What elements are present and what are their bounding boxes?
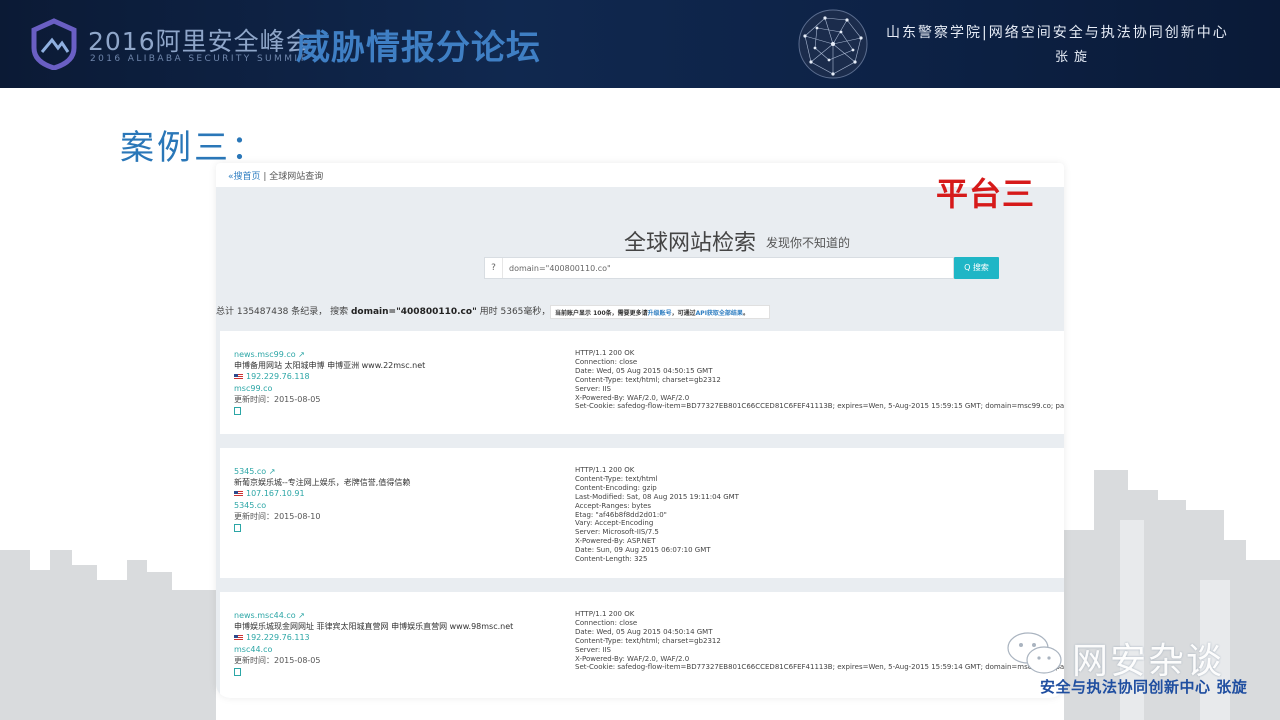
header-line: Set-Cookie: safedog-flow-item=BD77327EB8… (575, 402, 1064, 411)
search-subtitle: 发现你不知道的 (766, 236, 851, 250)
header-banner: 2016阿里安全峰会 2016 ALIBABA SECURITY SUMMIT … (0, 0, 1280, 88)
search-box: ? (484, 257, 954, 279)
header-line: Content-Length: 325 (575, 555, 648, 564)
upgrade-link[interactable]: 升级账号 (648, 310, 672, 317)
header-line: Connection: close (575, 357, 638, 366)
us-flag-icon (234, 373, 243, 380)
search-button[interactable]: Q 搜索 (954, 257, 999, 279)
result-domain[interactable]: 5345.co (234, 500, 410, 511)
result-ip[interactable]: 192.229.76.118 (246, 372, 310, 381)
header-line: Server: Microsoft-IIS/7.5 (575, 528, 659, 537)
header-line: Last-Modified: Sat, 08 Aug 2015 19:11:04… (575, 492, 739, 501)
header-line: Date: Wed, 05 Aug 2015 04:50:15 GMT (575, 366, 713, 375)
header-line: Etag: "af46b8f8dd2d01:0" (575, 510, 667, 519)
header-line: HTTP/1.1 200 OK (575, 610, 635, 618)
header-line: Date: Sun, 09 Aug 2015 06:07:10 GMT (575, 546, 711, 555)
document-icon[interactable] (234, 668, 241, 677)
notice-text: 当前账户显示 100条，需要更多请 (555, 310, 648, 317)
result-title: 申博备用网站 太阳城申博 申博亚洲 www.22msc.net (234, 361, 426, 371)
website-screenshot-panel: «搜首页 | 全球网站查询 平台三 全球网站检索 发现你不知道的 ? Q 搜索 … (216, 163, 1064, 698)
result-headers: HTTP/1.1 200 OK Connection: close Date: … (575, 610, 1064, 672)
header-line: Accept-Ranges: bytes (575, 501, 652, 510)
help-icon[interactable]: ? (485, 258, 503, 278)
result-headers: HTTP/1.1 200 OK Connection: close Date: … (575, 349, 1064, 411)
header-line: Content-Type: text/html; charset=gb2312 (575, 636, 721, 645)
result-left: news.msc44.co ↗ 申博娱乐城现金网网址 菲律宾太阳城直营网 申博娱… (234, 610, 513, 679)
document-icon[interactable] (234, 524, 241, 533)
bottom-org-strip: 安全与执法协同创新中心 张旋 (1040, 678, 1248, 696)
result-item: 5345.co ↗ 新葡京娱乐城--专注网上娱乐，老牌信誉,值得信赖 107.1… (220, 448, 1064, 578)
search-input[interactable] (509, 258, 929, 278)
notice-end: 。 (742, 310, 749, 317)
result-updated: 更新时间：2015-08-05 (234, 655, 321, 665)
document-icon[interactable] (234, 407, 241, 416)
result-item: news.msc99.co ↗ 申博备用网站 太阳城申博 申博亚洲 www.22… (220, 331, 1064, 434)
result-updated: 更新时间：2015-08-10 (234, 511, 321, 521)
us-flag-icon (234, 634, 243, 641)
slide-title: 案例三： (120, 128, 268, 168)
wechat-icon (1007, 632, 1062, 674)
result-updated: 更新时间：2015-08-05 (234, 394, 321, 404)
result-left: 5345.co ↗ 新葡京娱乐城--专注网上娱乐，老牌信誉,值得信赖 107.1… (234, 466, 410, 535)
header-line: Content-Encoding: gzip (575, 483, 657, 492)
us-flag-icon (234, 490, 243, 497)
shield-logo-icon (31, 18, 77, 70)
result-domain-link[interactable]: news.msc99.co (234, 350, 296, 359)
account-notice: 当前账户显示 100条，需要更多请升级账号，可通过API获取全部结果。 (550, 305, 770, 319)
header-line: Connection: close (575, 618, 638, 627)
result-item: news.msc44.co ↗ 申博娱乐城现金网网址 菲律宾太阳城直营网 申博娱… (220, 592, 1064, 698)
wechat-watermark: 网安杂谈 (1000, 630, 1270, 682)
breadcrumb-current: 全球网站查询 (269, 172, 324, 182)
header-line: Content-Type: text/html; charset=gb2312 (575, 375, 721, 384)
result-ip[interactable]: 107.167.10.91 (246, 489, 305, 498)
organization-name: 山东警察学院|网络空间安全与执法协同创新中心 (886, 25, 1229, 41)
result-domain-link[interactable]: news.msc44.co (234, 611, 296, 620)
summary-prefix: 总计 135487438 条纪录， 搜索 (216, 307, 351, 317)
header-line: X-Powered-By: WAF/2.0, WAF/2.0 (575, 393, 690, 402)
header-line: HTTP/1.1 200 OK (575, 466, 635, 474)
search-title: 全球网站检索 (624, 231, 757, 256)
notice-mid: ，可通过 (671, 310, 696, 317)
network-globe-icon (798, 9, 868, 79)
result-domain[interactable]: msc44.co (234, 644, 513, 655)
result-left: news.msc99.co ↗ 申博备用网站 太阳城申博 申博亚洲 www.22… (234, 349, 425, 418)
result-title: 申博娱乐城现金网网址 菲律宾太阳城直营网 申博娱乐直营网 www.98msc.n… (234, 622, 514, 632)
header-line: X-Powered-By: WAF/2.0, WAF/2.0 (575, 654, 690, 663)
summary-query: domain="400800110.co" (350, 307, 477, 317)
speaker-name: 张旋 (1055, 50, 1094, 65)
result-domain[interactable]: msc99.co (234, 383, 425, 394)
result-ip[interactable]: 192.229.76.113 (246, 633, 310, 642)
result-title: 新葡京娱乐城--专注网上娱乐，老牌信誉,值得信赖 (234, 478, 411, 488)
result-headers: HTTP/1.1 200 OK Content-Type: text/html … (575, 466, 739, 564)
summit-title-en: 2016 ALIBABA SECURITY SUMMIT (90, 54, 308, 64)
header-line: Vary: Accept-Encoding (575, 519, 654, 528)
summit-title: 2016阿里安全峰会 (88, 27, 312, 56)
header-line: Content-Type: text/html (575, 474, 658, 483)
external-link-icon[interactable]: ↗ (298, 350, 305, 359)
header-line: Date: Wed, 05 Aug 2015 04:50:14 GMT (575, 627, 713, 636)
header-line: X-Powered-By: ASP.NET (575, 537, 656, 546)
result-domain-link[interactable]: 5345.co (234, 467, 266, 476)
api-link[interactable]: API获取全部结果 (696, 310, 743, 317)
header-line: Set-Cookie: safedog-flow-item=BD77327EB8… (575, 663, 1064, 672)
external-link-icon[interactable]: ↗ (298, 611, 305, 620)
breadcrumb-home-link[interactable]: «搜首页 (228, 172, 261, 182)
external-link-icon[interactable]: ↗ (269, 467, 276, 476)
header-line: HTTP/1.1 200 OK (575, 349, 635, 357)
forum-title: 威胁情报分论坛 (296, 28, 541, 68)
header-line: Server: IIS (575, 645, 611, 654)
header-line: Server: IIS (575, 384, 611, 393)
